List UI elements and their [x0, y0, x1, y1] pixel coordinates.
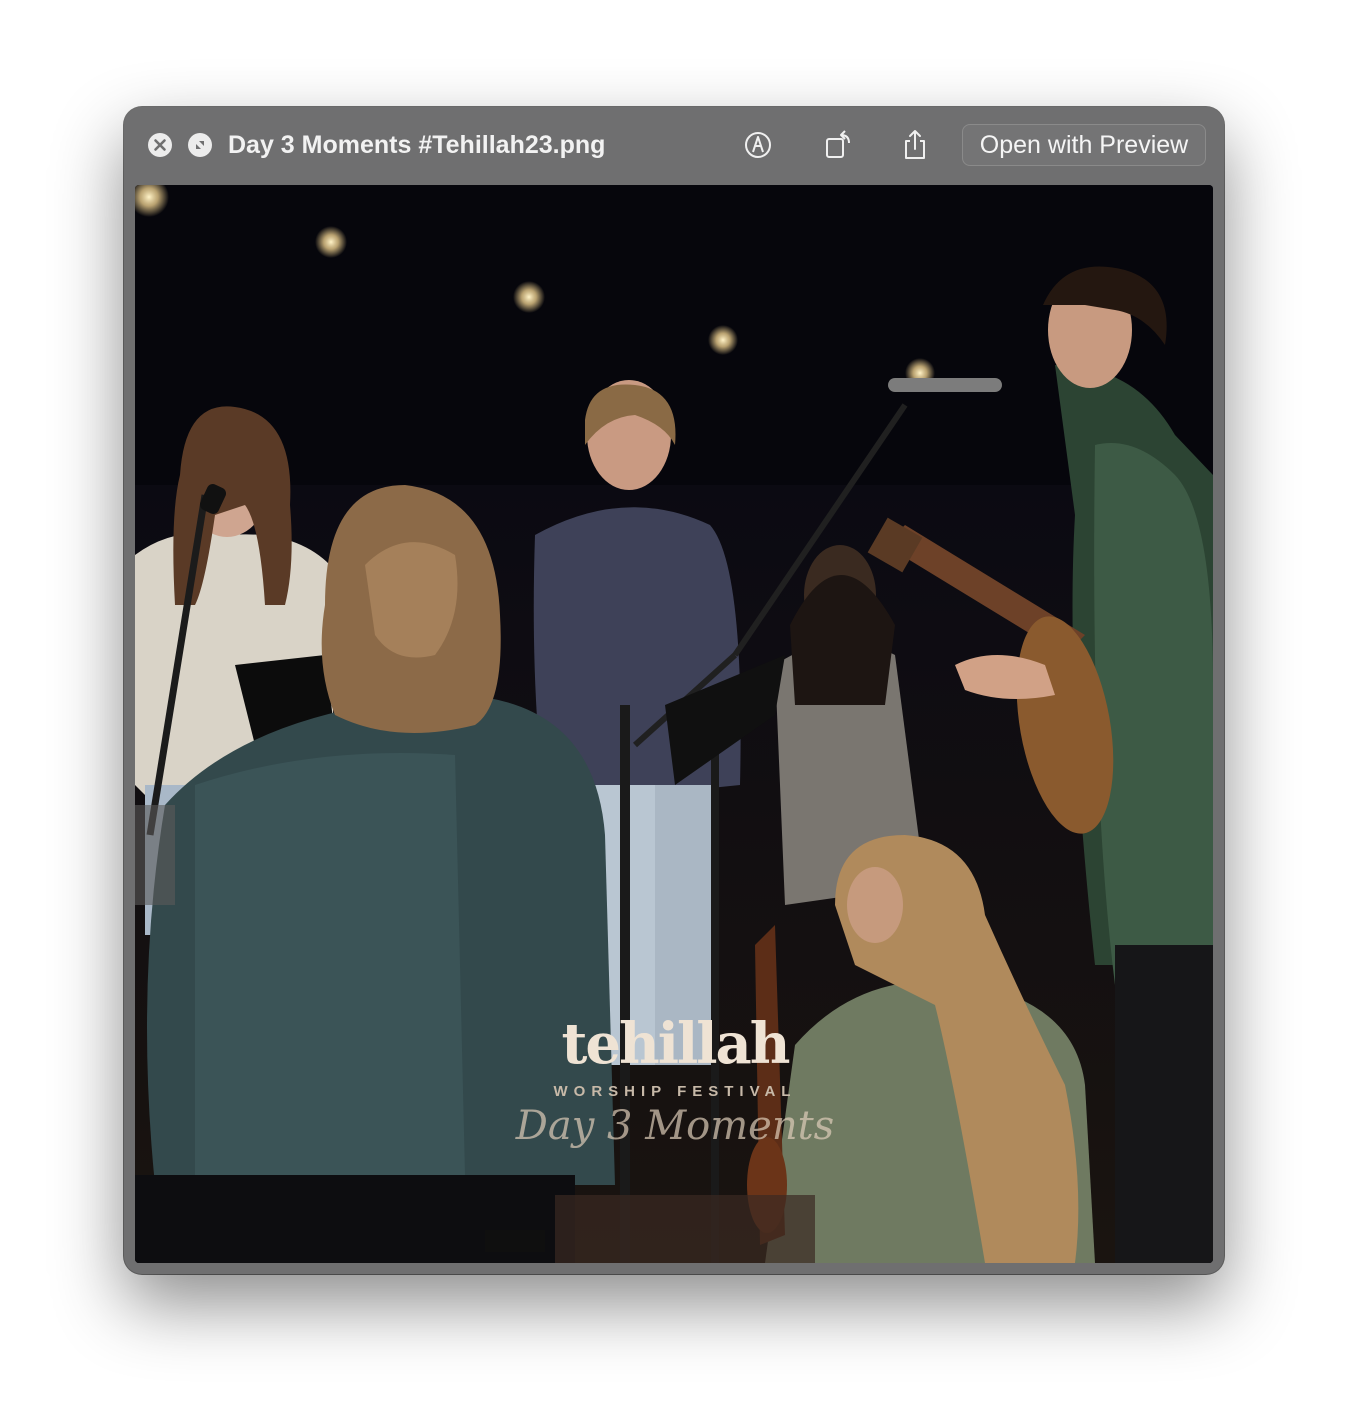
watermark-caption: Day 3 Moments	[515, 1103, 835, 1149]
watermark-brand: tehillah	[561, 1011, 790, 1077]
fullscreen-icon[interactable]	[188, 133, 212, 157]
concert-photo	[135, 185, 1213, 1263]
markup-icon[interactable]	[740, 127, 776, 163]
window-title: Day 3 Moments #Tehillah23.png	[228, 131, 606, 159]
rotate-icon[interactable]	[821, 127, 857, 163]
close-icon[interactable]	[148, 133, 172, 157]
preview-image: tehillah WORSHIP FESTIVAL Day 3 Moments	[135, 185, 1213, 1263]
quick-look-window: Day 3 Moments #Tehillah23.png Open with …	[124, 107, 1224, 1274]
open-with-preview-button[interactable]: Open with Preview	[962, 124, 1206, 166]
title-bar: Day 3 Moments #Tehillah23.png Open with …	[124, 107, 1224, 185]
watermark-tagline: WORSHIP FESTIVAL	[553, 1083, 797, 1100]
share-icon[interactable]	[897, 127, 933, 163]
